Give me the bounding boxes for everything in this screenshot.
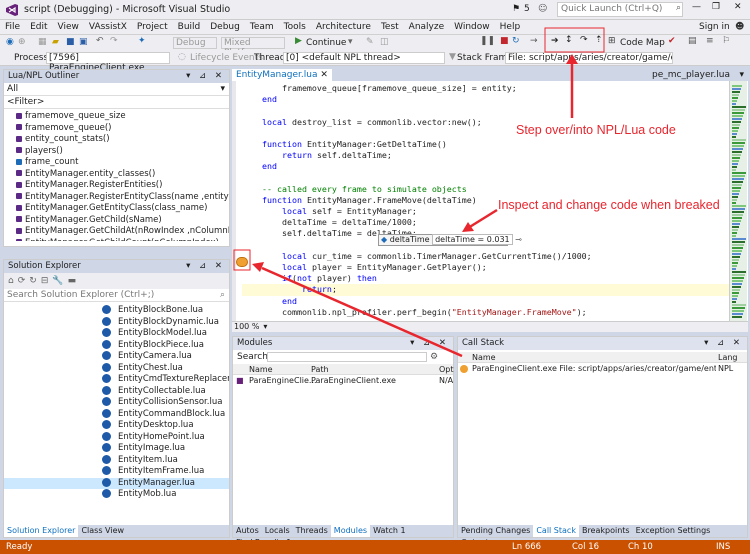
status-col: Col 16 bbox=[572, 542, 600, 552]
step-buttons-highlight bbox=[544, 27, 605, 53]
inspect-arrowhead bbox=[462, 222, 474, 232]
annotation-overlay bbox=[233, 27, 605, 358]
annotation-inspect: Inspect and change code when breaked bbox=[498, 198, 720, 212]
execution-pointer-highlight bbox=[233, 249, 251, 271]
status-mode: INS bbox=[716, 542, 731, 552]
status-ch: Ch 10 bbox=[628, 542, 653, 552]
callstack-arrow bbox=[261, 266, 463, 358]
callstack-arrowhead bbox=[252, 262, 264, 272]
inspect-arrow bbox=[467, 208, 498, 230]
status-bar: Ready Ln 666 Col 16 Ch 10 INS bbox=[0, 540, 750, 554]
status-state: Ready bbox=[6, 542, 33, 552]
annotation-step: Step over/into NPL/Lua code bbox=[516, 123, 676, 137]
step-arrowhead bbox=[566, 54, 578, 64]
status-line: Ln 666 bbox=[512, 542, 542, 552]
